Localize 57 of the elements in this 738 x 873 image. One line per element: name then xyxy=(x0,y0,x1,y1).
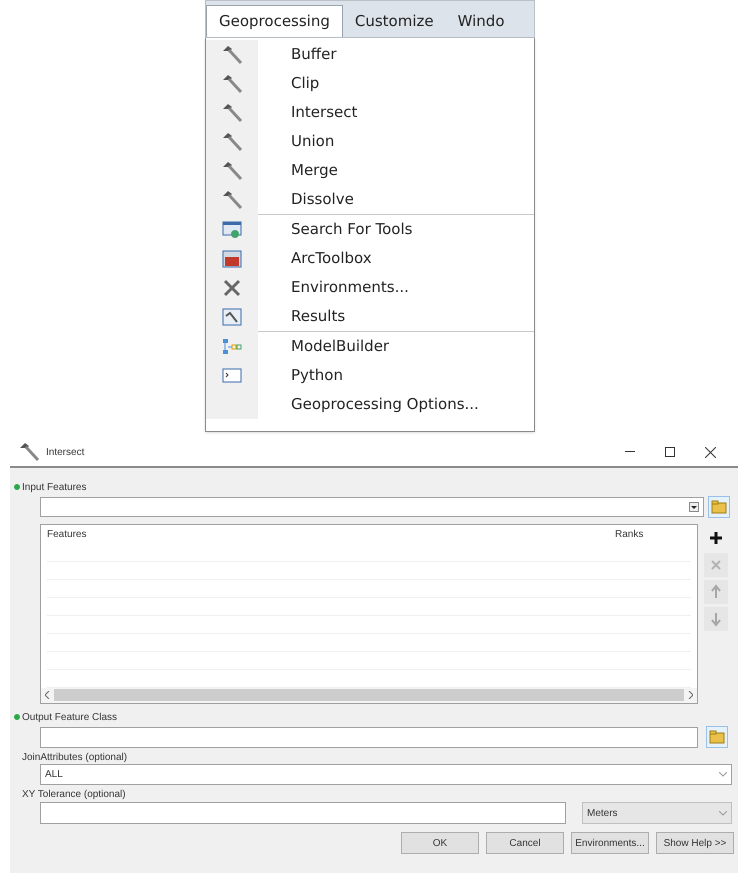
browse-button[interactable] xyxy=(706,726,728,748)
hammer-icon xyxy=(221,102,243,122)
menu-item[interactable]: Merge xyxy=(206,156,534,185)
plus-icon xyxy=(707,529,725,547)
menu-item[interactable]: Geoprocessing Options... xyxy=(206,390,534,419)
toolbox-icon xyxy=(222,250,242,268)
column-header: Ranks xyxy=(614,528,644,542)
menu-item[interactable]: Dissolve xyxy=(206,185,534,214)
hammer-icon xyxy=(18,442,40,462)
maximize-icon xyxy=(665,447,675,457)
menu-item[interactable]: Python xyxy=(206,361,534,390)
console-window-icon xyxy=(222,366,242,384)
hammer-icon xyxy=(221,160,243,180)
hammer-icon xyxy=(221,74,243,94)
folder-icon xyxy=(711,500,727,514)
xy-tolerance-field[interactable] xyxy=(40,802,566,824)
hammer-icon xyxy=(221,132,243,152)
diagram-icon xyxy=(222,338,242,356)
unit-dropdown[interactable]: Meters xyxy=(582,802,732,824)
chevron-down-icon xyxy=(719,772,727,777)
scroll-left-icon[interactable] xyxy=(45,691,50,700)
browse-button[interactable] xyxy=(708,496,730,518)
window-title: Intersect xyxy=(46,446,84,460)
horizontal-scrollbar[interactable] xyxy=(41,688,697,703)
dialog-button[interactable]: Show Help >> xyxy=(656,832,734,854)
window-search-icon xyxy=(222,220,242,238)
menu-item[interactable]: Environments... xyxy=(206,273,534,302)
menu-tab[interactable]: Geoprocessing xyxy=(206,5,343,37)
scrollbar-thumb[interactable] xyxy=(54,689,684,702)
field-label: XY Tolerance (optional) xyxy=(22,788,126,802)
join-attributes-dropdown[interactable]: ALL xyxy=(40,764,732,785)
dialog-button[interactable]: Cancel xyxy=(486,832,564,854)
menu-item[interactable]: Buffer xyxy=(206,40,534,69)
menu-tab[interactable]: Customize xyxy=(342,5,446,37)
close-icon xyxy=(704,446,716,458)
minimize-icon xyxy=(625,451,635,453)
input-features-combobox[interactable] xyxy=(40,497,704,517)
chevron-down-icon xyxy=(719,810,727,816)
folder-icon xyxy=(709,730,725,744)
field-label: JoinAttributes (optional) xyxy=(22,750,128,764)
dialog-button[interactable]: Environments... xyxy=(571,832,649,854)
menu-tab[interactable]: Windo xyxy=(446,5,516,37)
menu-item[interactable]: Intersect xyxy=(206,98,534,127)
column-header: Features xyxy=(46,528,88,542)
output-feature-class-field[interactable] xyxy=(40,726,698,748)
field-label: Output Feature Class xyxy=(22,710,118,724)
hammer-icon xyxy=(221,190,243,210)
menu-item[interactable]: Union xyxy=(206,127,534,156)
dialog-button[interactable]: OK xyxy=(401,832,479,854)
menu-item[interactable]: ModelBuilder xyxy=(206,332,534,361)
field-label: Input Features xyxy=(22,480,86,494)
menu-item[interactable]: Clip xyxy=(206,69,534,98)
menu-item[interactable]: Results xyxy=(206,302,534,331)
scroll-right-icon[interactable] xyxy=(688,691,693,700)
hammer-icon xyxy=(221,44,243,64)
menu-item[interactable]: ArcToolbox xyxy=(206,244,534,273)
menu-item[interactable]: Search For Tools xyxy=(206,215,534,244)
